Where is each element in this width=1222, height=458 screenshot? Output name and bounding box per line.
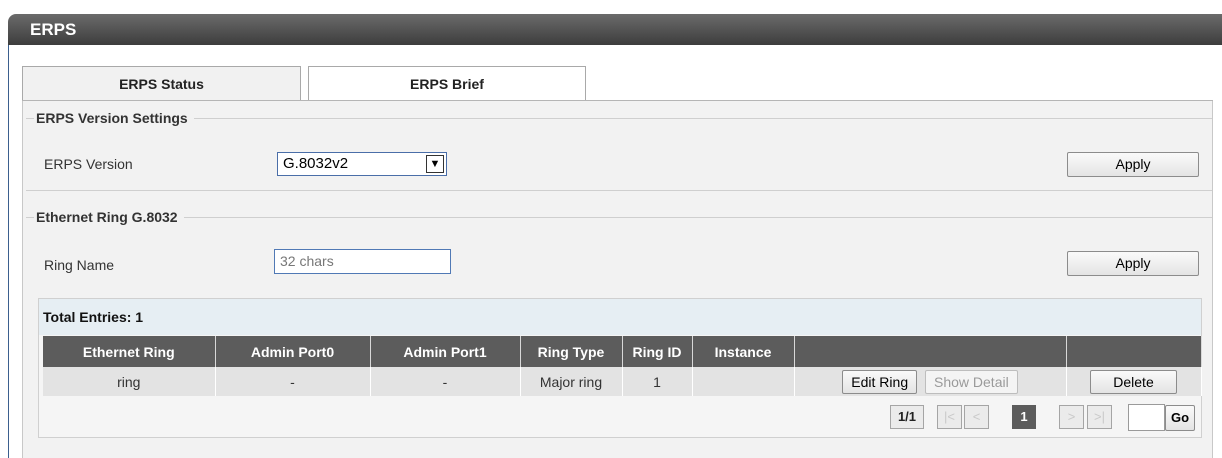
version-settings-legend: ERPS Version Settings [34,110,194,126]
chevron-down-icon[interactable]: ▼ [426,155,444,173]
col-admin-port0: Admin Port0 [215,336,371,367]
page-count: 1/1 [890,405,924,429]
show-detail-button[interactable]: Show Detail [925,369,1018,394]
col-instance: Instance [692,336,795,367]
cell-admin-port0: - [215,367,371,396]
current-page-button[interactable]: 1 [1012,405,1036,429]
erps-version-value: G.8032v2 [283,155,349,172]
table-row: ring - - Major ring 1 Edit Ring Show Det… [43,367,1202,396]
cell-ring-id: 1 [622,367,693,396]
cell-ring-type: Major ring [520,367,623,396]
ring-apply-button[interactable]: Apply [1067,251,1199,276]
prev-page-button[interactable]: < [964,405,989,429]
cell-delete: Delete [1066,367,1202,396]
first-page-button[interactable]: |< [937,405,962,429]
go-button[interactable]: Go [1165,405,1195,431]
page-title: ERPS [8,14,1222,45]
goto-page-input[interactable] [1128,404,1165,431]
col-admin-port1: Admin Port1 [370,336,521,367]
version-settings-group: ERPS Version Settings [26,110,1212,191]
tab-erps-status[interactable]: ERPS Status [22,66,301,102]
cell-instance [692,367,795,396]
left-border [8,45,9,458]
delete-button[interactable]: Delete [1090,369,1177,394]
col-ring-type: Ring Type [520,336,623,367]
ring-name-label: Ring Name [44,257,115,273]
erps-version-label: ERPS Version [44,156,133,172]
edit-ring-button[interactable]: Edit Ring [842,369,918,394]
cell-ethernet-ring: ring [43,367,216,396]
ring-table: Ethernet Ring Admin Port0 Admin Port1 Ri… [43,336,1202,396]
ethernet-ring-legend: Ethernet Ring G.8032 [34,209,184,225]
cell-actions: Edit Ring Show Detail [794,367,1067,396]
col-ethernet-ring: Ethernet Ring [43,336,216,367]
version-apply-button[interactable]: Apply [1067,152,1199,177]
col-delete [1066,336,1202,367]
total-entries: Total Entries: 1 [39,299,1201,335]
tab-erps-brief[interactable]: ERPS Brief [308,66,586,101]
ring-name-input[interactable]: 32 chars [274,249,451,274]
col-ring-id: Ring ID [622,336,693,367]
table-header-row: Ethernet Ring Admin Port0 Admin Port1 Ri… [43,336,1202,367]
cell-admin-port1: - [370,367,521,396]
erps-version-select[interactable]: G.8032v2 ▼ [277,152,447,176]
next-page-button[interactable]: > [1059,405,1084,429]
last-page-button[interactable]: >| [1087,405,1112,429]
col-actions [794,336,1067,367]
